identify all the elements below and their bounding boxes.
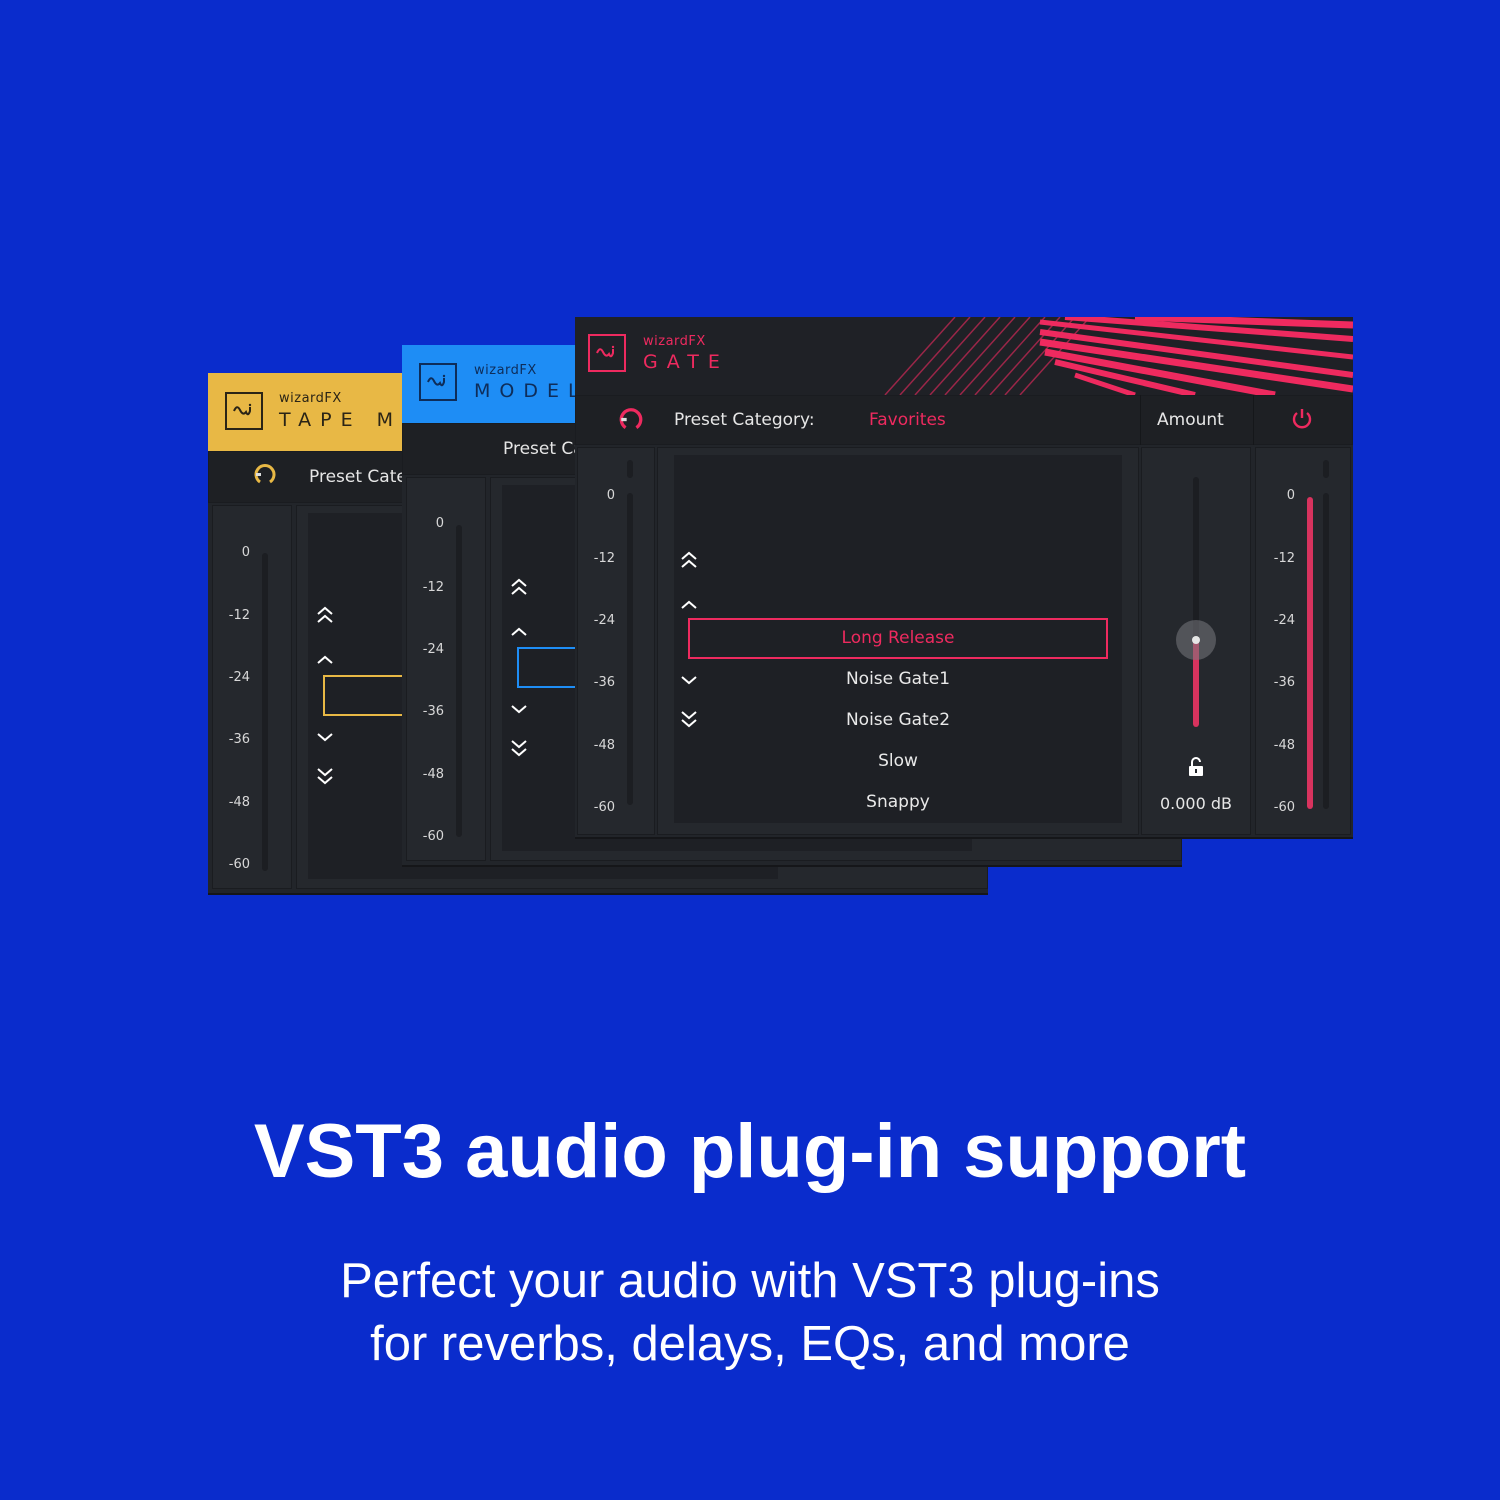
headline: VST3 audio plug-in support <box>253 1109 1247 1194</box>
lock-icon[interactable] <box>1187 757 1205 777</box>
meter-tick: -24 <box>1273 613 1295 628</box>
meter-tick: 0 <box>435 516 444 531</box>
meter-tick: -12 <box>228 608 250 623</box>
wave-logo-icon <box>588 334 626 372</box>
meter-tick: -48 <box>1273 738 1295 753</box>
double-chevron-down-icon[interactable] <box>316 765 334 785</box>
gate-brand: wizardFX <box>643 334 706 349</box>
preset-category-label: Preset Category: <box>674 410 815 430</box>
double-chevron-up-icon[interactable] <box>316 606 334 624</box>
model-preset-label: Preset Ca <box>503 439 584 459</box>
amount-value[interactable]: 0.000 dB <box>1141 794 1251 813</box>
output-meter-peak <box>1323 460 1329 478</box>
tape-product-name: TAPE M <box>279 409 403 431</box>
input-meter-track <box>627 493 633 805</box>
gate-plugin-window: wizardFX GATE Preset Category: Favorites… <box>575 317 1353 837</box>
meter-tick: -48 <box>422 767 444 782</box>
meter-tick: -12 <box>422 580 444 595</box>
toolbar-divider <box>1253 395 1254 445</box>
preset-item[interactable]: Noise Gate2 <box>674 710 1122 730</box>
bypass-knob-icon[interactable] <box>253 462 277 486</box>
tape-preset-label: Preset Cate <box>309 467 407 487</box>
meter-tick: -24 <box>422 642 444 657</box>
wave-logo-icon <box>225 392 263 430</box>
gate-preset-list: Long Release Noise Gate1 Noise Gate2 Slo… <box>674 455 1122 823</box>
meter-tick: -24 <box>593 613 615 628</box>
model-input-meter <box>406 477 486 861</box>
meter-tick: 0 <box>606 488 615 503</box>
double-chevron-up-icon[interactable] <box>680 551 698 569</box>
meter-tick: -60 <box>1273 800 1295 815</box>
wave-logo-icon <box>419 363 457 401</box>
bypass-knob-icon[interactable] <box>618 406 644 432</box>
chevron-up-icon[interactable] <box>680 596 698 614</box>
meter-tick: -60 <box>422 829 444 844</box>
toolbar-divider <box>1140 395 1141 445</box>
model-brand: wizardFX <box>474 363 537 378</box>
meter-tick: -12 <box>593 551 615 566</box>
meter-tick: -36 <box>422 704 444 719</box>
power-icon[interactable] <box>1290 407 1314 431</box>
preset-item-selected[interactable]: Long Release <box>674 628 1122 648</box>
meter-tick: -36 <box>228 732 250 747</box>
gate-header: wizardFX GATE <box>575 317 1353 395</box>
tape-brand: wizardFX <box>279 391 342 406</box>
double-chevron-up-icon[interactable] <box>510 578 528 596</box>
meter-tick: -36 <box>593 675 615 690</box>
chevron-down-icon[interactable] <box>316 728 334 746</box>
meter-tick: -24 <box>228 670 250 685</box>
model-product-name: MODEL <box>474 380 588 402</box>
meter-tick: 0 <box>241 545 250 560</box>
input-meter-peak <box>627 460 633 478</box>
chevron-up-icon[interactable] <box>510 623 528 641</box>
preset-item[interactable]: Noise Gate1 <box>674 669 1122 689</box>
preset-item[interactable]: Slow <box>674 751 1122 771</box>
preset-category-dropdown[interactable]: Favorites <box>869 410 946 430</box>
meter-tick: -60 <box>593 800 615 815</box>
tape-meter-track <box>262 553 268 871</box>
meter-tick: -12 <box>1273 551 1295 566</box>
gate-output-meter <box>1255 447 1351 835</box>
double-chevron-down-icon[interactable] <box>510 737 528 757</box>
meter-tick: 0 <box>1286 488 1295 503</box>
output-meter-fill <box>1307 497 1313 809</box>
subtext-line-2: for reverbs, delays, EQs, and more <box>370 1317 1130 1371</box>
gate-product-name: GATE <box>643 351 729 373</box>
meter-tick: -60 <box>228 857 250 872</box>
model-meter-track <box>456 525 462 837</box>
chevron-up-icon[interactable] <box>316 651 334 669</box>
output-meter-track-right <box>1323 493 1329 809</box>
preset-item[interactable]: Snappy <box>674 792 1122 812</box>
amount-slider-handle[interactable] <box>1176 619 1216 660</box>
meter-tick: -48 <box>228 795 250 810</box>
amount-label: Amount <box>1157 410 1224 430</box>
meter-tick: -48 <box>593 738 615 753</box>
meter-tick: -36 <box>1273 675 1295 690</box>
gate-input-meter <box>577 447 655 835</box>
chevron-down-icon[interactable] <box>510 700 528 718</box>
tape-input-meter <box>212 505 292 889</box>
subtext-line-1: Perfect your audio with VST3 plug-ins <box>340 1254 1160 1308</box>
